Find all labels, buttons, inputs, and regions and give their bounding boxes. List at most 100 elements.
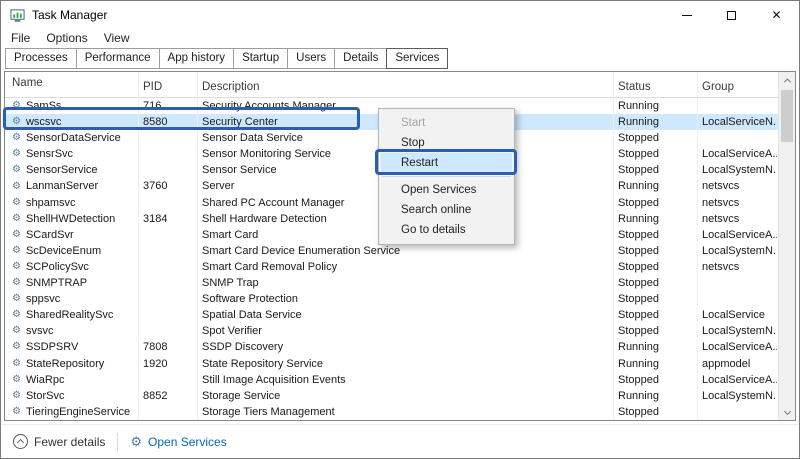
service-group: LocalSystemN... [702, 164, 777, 177]
tab-details[interactable]: Details [334, 48, 388, 69]
service-name: WiaRpc [25, 373, 65, 386]
service-pid: 716 [143, 100, 162, 112]
tab-services[interactable]: Services [386, 48, 449, 69]
service-name-cell: ⚙ shpamsvc [5, 195, 138, 211]
title-bar: Task Manager ✕ [1, 1, 799, 29]
tab-startup[interactable]: Startup [233, 48, 289, 69]
service-pid [138, 162, 197, 178]
minimize-icon [681, 14, 692, 16]
service-name: SensorService [25, 164, 98, 177]
table-row[interactable]: ⚙ TieringEngineService Storage Tiers Man… [5, 403, 778, 420]
service-status: Running [618, 116, 659, 129]
context-menu-item-search-online[interactable]: Search online [381, 200, 512, 220]
service-gear-icon: ⚙ [12, 180, 21, 192]
service-name-cell: ⚙ SNMPTRAP [5, 275, 138, 291]
table-header: Name PID Description Status Group [5, 72, 778, 98]
service-name-cell: ⚙ LanmanServer [5, 178, 138, 194]
table-row[interactable]: ⚙ SCPolicySvc Smart Card Removal Policy … [5, 258, 778, 276]
service-pid [138, 275, 197, 291]
service-status: Stopped [618, 228, 659, 241]
vertical-scrollbar[interactable] [778, 72, 795, 420]
column-header-description[interactable]: Description [197, 72, 613, 97]
context-menu-item-stop[interactable]: Stop [381, 133, 512, 153]
scrollbar-thumb[interactable] [781, 90, 793, 142]
close-button[interactable]: ✕ [754, 1, 799, 29]
service-group [697, 404, 777, 420]
column-divider [197, 72, 198, 420]
context-menu-item-start[interactable]: Start [381, 113, 512, 133]
service-group: LocalSystemN... [702, 325, 777, 338]
service-group: LocalSystemN... [702, 244, 777, 257]
menu-file[interactable]: File [3, 31, 38, 45]
service-description: Software Protection [202, 293, 298, 306]
service-pid: 3760 [143, 180, 168, 193]
service-group: LocalServiceA... [702, 373, 777, 386]
menu-options[interactable]: Options [38, 31, 95, 45]
service-group: netsvcs [702, 196, 740, 209]
service-status: Stopped [618, 405, 659, 418]
service-gear-icon: ⚙ [12, 148, 21, 160]
minimize-button[interactable] [664, 1, 709, 29]
service-status: Running [618, 357, 659, 370]
service-status: Stopped [618, 277, 659, 290]
service-pid [138, 307, 197, 323]
service-pid: 3184 [143, 212, 168, 225]
column-header-group[interactable]: Group [697, 72, 777, 97]
task-manager-icon [10, 8, 25, 23]
maximize-button[interactable] [709, 1, 754, 29]
fewer-details-toggle[interactable]: Fewer details [34, 435, 105, 449]
service-group: LocalServiceN... [702, 116, 777, 129]
tab-users[interactable]: Users [287, 48, 336, 69]
tab-bar: Processes Performance App history Startup Us… [5, 48, 799, 69]
service-gear-icon: ⚙ [12, 196, 21, 208]
column-header-status[interactable]: Status [613, 72, 697, 97]
context-menu-item-restart[interactable]: Restart [381, 153, 512, 173]
service-group: LocalServiceA... [702, 341, 777, 354]
table-row[interactable]: ⚙ SharedRealitySvc Spatial Data Service … [5, 307, 778, 324]
table-row[interactable]: ⚙ WiaRpc Still Image Acquisition Events … [5, 371, 778, 388]
service-pid [138, 227, 197, 243]
menu-view[interactable]: View [96, 31, 138, 45]
context-menu-item-go-to-details[interactable]: Go to details [381, 220, 512, 240]
service-group [697, 275, 777, 291]
table-row[interactable]: ⚙ ScDeviceEnum Smart Card Device Enumera… [5, 242, 778, 259]
tab-processes[interactable]: Processes [5, 48, 77, 69]
scroll-up-icon[interactable] [779, 72, 795, 89]
table-row[interactable]: ⚙ SSDPSRV 7808 SSDP Discovery Running Lo… [5, 339, 778, 356]
services-gear-icon: ⚙ [130, 434, 143, 449]
service-gear-icon: ⚙ [12, 244, 21, 256]
service-pid [138, 404, 197, 420]
service-name: SharedRealitySvc [25, 309, 114, 322]
service-description: Spot Verifier [202, 325, 262, 338]
scroll-down-icon[interactable] [779, 403, 795, 420]
table-row[interactable]: ⚙ sppsvc Software Protection Stopped [5, 291, 778, 308]
tab-app-history[interactable]: App history [158, 48, 235, 69]
service-group: LocalSystemN... [702, 389, 777, 402]
service-name-cell: ⚙ ScDeviceEnum [5, 243, 138, 259]
service-group: netsvcs [702, 180, 740, 193]
service-gear-icon: ⚙ [12, 357, 21, 369]
open-services-link[interactable]: Open Services [148, 435, 227, 449]
table-row[interactable]: ⚙ StateRepository 1920 State Repository … [5, 355, 778, 372]
column-header-name[interactable]: Name [5, 72, 138, 97]
service-status: Stopped [618, 244, 659, 257]
task-manager-window: Task Manager ✕ File Options View Processes… [0, 0, 800, 459]
table-row[interactable]: ⚙ SNMPTRAP SNMP Trap Stopped [5, 275, 778, 292]
menu-bar: File Options View [1, 29, 799, 47]
service-name-cell: ⚙ sppsvc [5, 291, 138, 307]
tab-performance[interactable]: Performance [75, 48, 160, 69]
service-name: ShellHWDetection [25, 212, 116, 225]
service-name: LanmanServer [25, 180, 99, 193]
service-name: SensrSvc [25, 148, 74, 161]
service-name: SensorDataService [25, 132, 121, 145]
table-row[interactable]: ⚙ StorSvc 8852 Storage Service Running L… [5, 387, 778, 404]
service-name-cell: ⚙ SamSs [5, 98, 138, 114]
context-menu-item-open-services[interactable]: Open Services [381, 180, 512, 200]
window-controls: ✕ [664, 1, 799, 29]
service-name-cell: ⚙ SharedRealitySvc [5, 307, 138, 323]
service-name: SCPolicySvc [25, 260, 89, 273]
service-name-cell: ⚙ SSDPSRV [5, 339, 138, 355]
service-pid: 8580 [143, 116, 168, 129]
column-header-pid[interactable]: PID [138, 72, 197, 97]
table-row[interactable]: ⚙ svsvc Spot Verifier Stopped LocalSyste… [5, 323, 778, 340]
